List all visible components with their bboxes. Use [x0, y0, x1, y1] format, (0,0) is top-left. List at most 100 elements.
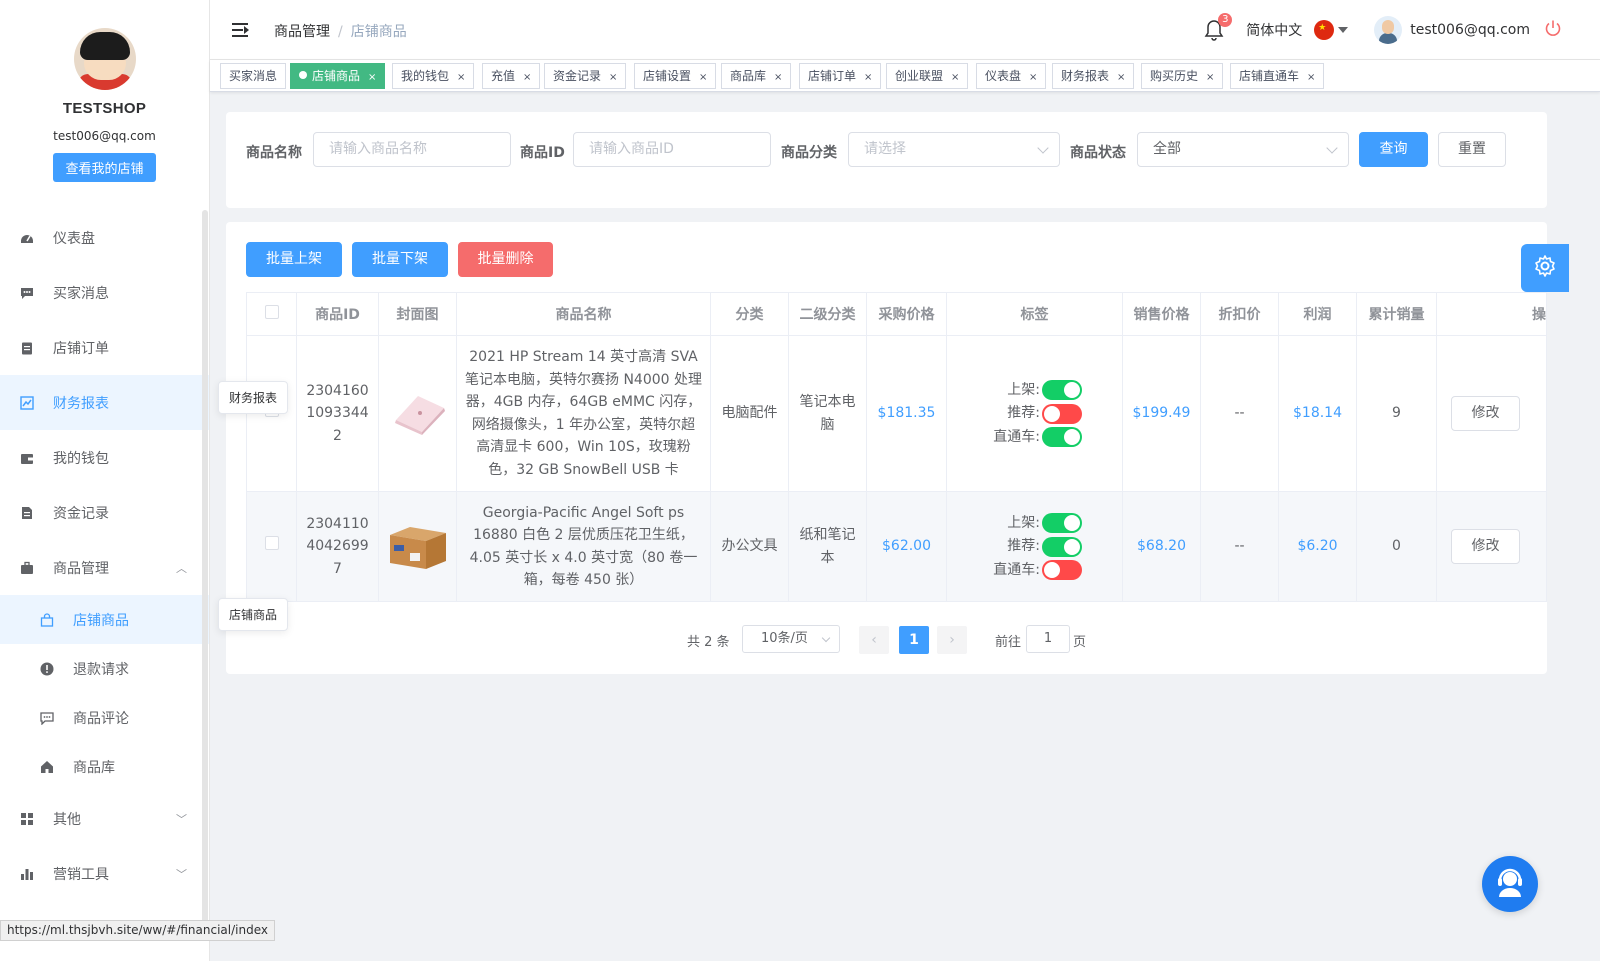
- sale-price-cell: $199.49: [1122, 335, 1201, 492]
- sidebar-scrollbar[interactable]: [202, 210, 208, 940]
- menu-toggle-icon[interactable]: [232, 22, 250, 38]
- select-all-cell[interactable]: [246, 292, 297, 336]
- action-cell: 修改: [1436, 491, 1547, 602]
- close-icon[interactable]: ×: [1029, 72, 1037, 83]
- close-icon[interactable]: ×: [864, 72, 872, 83]
- language-selector[interactable]: 简体中文: [1246, 20, 1302, 40]
- product-id-cell: 2304160 1093344 2: [296, 335, 379, 492]
- close-icon[interactable]: ×: [774, 72, 782, 83]
- row-select-cell[interactable]: [246, 491, 297, 602]
- close-icon[interactable]: ×: [523, 72, 531, 83]
- express-toggle[interactable]: [1042, 560, 1082, 580]
- chart-line-icon: [20, 395, 34, 410]
- next-page-button[interactable]: ›: [937, 626, 967, 654]
- sidebar-item-fund-records[interactable]: 资金记录: [0, 485, 209, 540]
- wallet-icon: [20, 451, 34, 465]
- sidebar-item-other[interactable]: 其他 ﹀: [0, 791, 209, 846]
- close-icon[interactable]: ×: [1206, 72, 1214, 83]
- tag-view-item[interactable]: 店铺商品 ×: [290, 63, 386, 89]
- product-status-select[interactable]: 全部: [1137, 132, 1349, 167]
- tag-view-item[interactable]: 店铺直通车 ×: [1230, 63, 1325, 89]
- user-email[interactable]: test006@qq.com: [1410, 22, 1530, 38]
- close-icon[interactable]: ×: [1307, 72, 1315, 83]
- view-my-shop-button[interactable]: 查看我的店铺: [53, 153, 156, 182]
- china-flag-icon[interactable]: [1314, 20, 1335, 40]
- batch-delist-button[interactable]: 批量下架: [352, 242, 448, 277]
- user-avatar[interactable]: [1374, 16, 1403, 44]
- customer-support-button[interactable]: [1482, 856, 1538, 912]
- sidebar-item-store-orders[interactable]: 店铺订单: [0, 320, 209, 375]
- tag-view-item[interactable]: 创业联盟 ×: [886, 63, 969, 89]
- category-cell: 办公文具: [710, 491, 789, 602]
- on-shelf-toggle[interactable]: [1042, 513, 1082, 533]
- sidebar-item-product-management[interactable]: 商品管理 ︿: [0, 540, 209, 595]
- product-name-input[interactable]: 请输入商品名称: [313, 132, 511, 167]
- product-name-cell: 2021 HP Stream 14 英寸高清 SVA 笔记本电脑，英特尔赛扬 N…: [456, 335, 711, 492]
- tag-view-item[interactable]: 我的钱包 ×: [392, 63, 475, 89]
- prev-page-button[interactable]: ‹: [859, 626, 889, 654]
- tag-view-item[interactable]: 充值 ×: [482, 63, 541, 89]
- tag-view-item[interactable]: 店铺设置 ×: [634, 63, 717, 89]
- sidebar-item-financial-report[interactable]: 财务报表: [0, 375, 209, 430]
- search-button[interactable]: 查询: [1359, 132, 1428, 167]
- close-icon[interactable]: ×: [457, 72, 465, 83]
- product-id-input[interactable]: 请输入商品ID: [573, 132, 771, 167]
- sidebar-subitem-refund-requests[interactable]: 退款请求: [0, 644, 209, 693]
- sidebar-item-label: 商品管理: [53, 560, 109, 577]
- recommended-toggle[interactable]: [1042, 403, 1082, 424]
- laptop-image[interactable]: [388, 390, 448, 438]
- reset-button[interactable]: 重置: [1438, 132, 1506, 167]
- sidebar-subitem-product-reviews[interactable]: 商品评论: [0, 693, 209, 742]
- sidebar-item-marketing-tools[interactable]: 营销工具 ﹀: [0, 846, 209, 901]
- power-logout-icon[interactable]: [1544, 19, 1562, 42]
- select-all-checkbox[interactable]: [264, 305, 279, 319]
- row-checkbox[interactable]: [264, 536, 279, 551]
- column-header: 标签: [946, 292, 1123, 336]
- tag-view-item[interactable]: 财务报表 ×: [1052, 63, 1135, 89]
- close-icon[interactable]: ×: [1117, 72, 1125, 83]
- product-name-cell: Georgia-Pacific Angel Soft ps 16880 白色 2…: [456, 491, 711, 602]
- recommended-toggle[interactable]: [1042, 536, 1082, 557]
- sidebar-item-dashboard[interactable]: 仪表盘: [0, 210, 209, 265]
- page-size-select[interactable]: 10条/页: [742, 625, 840, 653]
- close-icon[interactable]: ×: [951, 72, 959, 83]
- tags-cell: 上架: 推荐: 直通车:: [946, 335, 1123, 492]
- product-category-select[interactable]: 请选择: [848, 132, 1060, 167]
- breadcrumb-current: 店铺商品: [350, 24, 407, 40]
- tag-view-item[interactable]: 资金记录 ×: [544, 63, 627, 89]
- column-header: 操: [1436, 292, 1547, 336]
- tag-view-item[interactable]: 购买历史 ×: [1141, 63, 1224, 89]
- sidebar-item-label: 买家消息: [53, 285, 109, 302]
- tag-view-item[interactable]: 买家消息: [220, 63, 287, 89]
- batch-delete-button[interactable]: 批量删除: [458, 242, 553, 277]
- sidebar-item-buyer-messages[interactable]: 买家消息: [0, 265, 209, 320]
- paper-box-image[interactable]: [388, 523, 448, 571]
- tag-label: 店铺直通车: [1239, 69, 1300, 83]
- edit-button[interactable]: 修改: [1451, 396, 1520, 431]
- chevron-down-icon: [1037, 142, 1049, 154]
- gear-icon: [1533, 254, 1557, 282]
- edit-button[interactable]: 修改: [1451, 529, 1520, 564]
- on-shelf-toggle[interactable]: [1042, 380, 1082, 400]
- batch-list-button[interactable]: 批量上架: [246, 242, 342, 277]
- close-icon[interactable]: ×: [368, 72, 376, 83]
- caret-down-icon[interactable]: [1338, 27, 1349, 33]
- shop-avatar: [73, 28, 136, 90]
- product-id-line: 1093344: [306, 405, 369, 422]
- goto-page-input[interactable]: 1: [1026, 625, 1070, 653]
- tag-view-item[interactable]: 仪表盘 ×: [976, 63, 1047, 89]
- settings-gear-button[interactable]: [1521, 244, 1569, 292]
- page-number-button[interactable]: 1: [899, 626, 929, 654]
- product-status-label: 商品状态: [1070, 145, 1126, 161]
- sidebar-item-my-wallet[interactable]: 我的钱包: [0, 430, 209, 485]
- sidebar-subitem-label: 商品库: [73, 759, 115, 776]
- close-icon[interactable]: ×: [699, 72, 707, 83]
- close-icon[interactable]: ×: [609, 72, 617, 83]
- tag-view-item[interactable]: 店铺订单 ×: [799, 63, 882, 89]
- notification-bell-icon[interactable]: 3: [1204, 13, 1233, 41]
- express-toggle[interactable]: [1042, 427, 1082, 447]
- sidebar-subitem-store-products[interactable]: 店铺商品: [0, 595, 209, 644]
- breadcrumb-item[interactable]: 商品管理: [274, 24, 330, 40]
- sidebar-subitem-product-library[interactable]: 商品库: [0, 742, 209, 791]
- tag-view-item[interactable]: 商品库 ×: [721, 63, 792, 89]
